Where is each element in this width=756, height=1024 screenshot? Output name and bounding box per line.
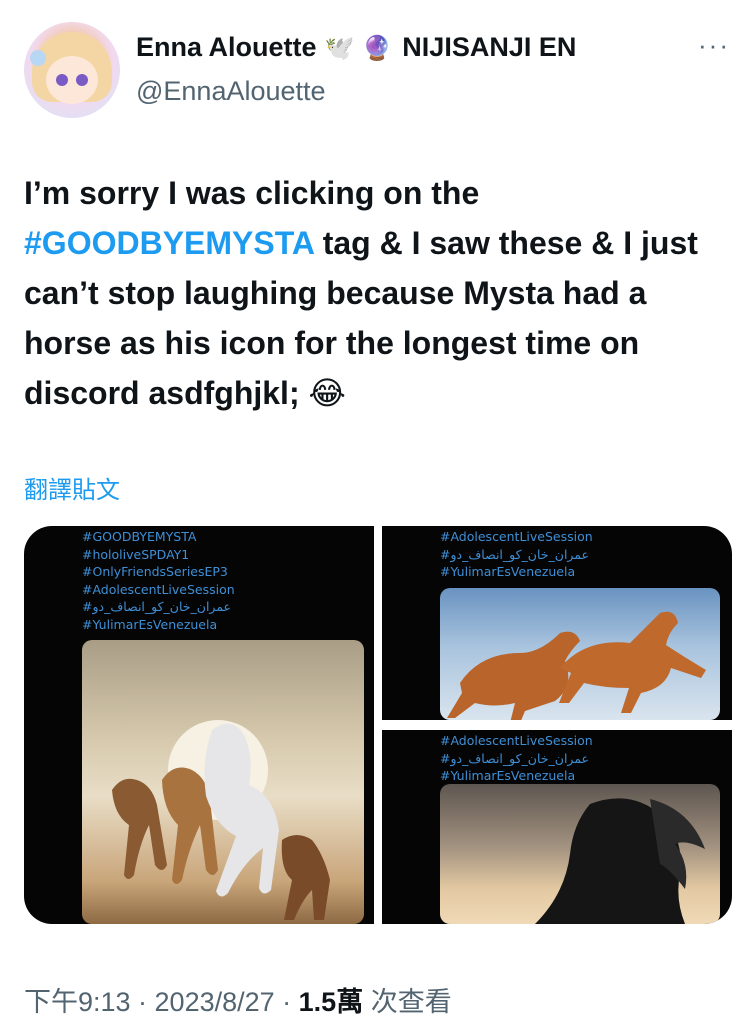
image-hashtag: #GOODBYEMYSTA: [82, 529, 197, 544]
image-hashtag: #YulimarEsVenezuela: [440, 768, 576, 783]
image-hashtag: #YulimarEsVenezuela: [440, 564, 576, 579]
user-handle[interactable]: @EnnaAlouette: [136, 76, 326, 107]
avatar-eye: [56, 74, 68, 86]
media-grid: #GOODBYEMYSTA #hololiveSPDAY1 #OnlyFrien…: [24, 526, 732, 924]
avatar-eye: [76, 74, 88, 86]
image-hashtag: #AdolescentLiveSession: [440, 529, 593, 544]
horse-herd-photo: [82, 640, 364, 924]
timestamp[interactable]: 下午9:13 · 2023/8/27 ·: [24, 987, 299, 1017]
tweet-header: Enna Alouette 🕊️ 🔮 NIJISANJI EN @EnnaAlo…: [24, 22, 734, 122]
crystal-ball-emoji: 🔮: [362, 33, 393, 62]
tweet-text: I’m sorry I was clicking on the #GOODBYE…: [24, 168, 734, 418]
horse-shape: [281, 835, 330, 920]
more-options-icon[interactable]: ···: [698, 30, 730, 61]
horse-shape: [112, 778, 167, 879]
horse-shape: [559, 611, 706, 713]
image-hashtag-list: #AdolescentLiveSession #عمران_خان_کو_انص…: [440, 528, 593, 581]
image-hashtag: #AdolescentLiveSession: [440, 733, 593, 748]
dove-emoji: 🕊️: [324, 33, 355, 62]
galloping-horses-photo: [440, 588, 720, 720]
image-hashtag: #hololiveSPDAY1: [82, 546, 190, 562]
image-hashtag: #OnlyFriendsSeriesEP3: [82, 564, 228, 579]
black-horse-photo: [440, 784, 720, 924]
image-hashtag: #AdolescentLiveSession: [82, 581, 235, 597]
horses-illustration: [112, 723, 330, 920]
horse-shape: [447, 631, 580, 720]
tweet-text-part: I’m sorry I was clicking on the: [24, 175, 480, 211]
image-hashtag: #عمران_خان_کو_انصاف_دو: [82, 599, 232, 614]
black-horse-illustration: [535, 798, 705, 924]
image-hashtag: #عمران_خان_کو_انصاف_دو: [440, 546, 590, 562]
image-hashtag-list: #GOODBYEMYSTA #hololiveSPDAY1 #OnlyFrien…: [82, 528, 235, 633]
display-name[interactable]: Enna Alouette: [136, 32, 317, 63]
avatar[interactable]: [24, 22, 120, 118]
image-hashtag-list: #AdolescentLiveSession #عمران_خان_کو_انص…: [440, 732, 593, 785]
image-hashtag: #YulimarEsVenezuela: [82, 616, 218, 632]
media-image-top-right[interactable]: #AdolescentLiveSession #عمران_خان_کو_انص…: [382, 526, 732, 720]
name-row[interactable]: Enna Alouette 🕊️ 🔮 NIJISANJI EN: [136, 32, 576, 63]
galloping-horses-illustration: [447, 611, 706, 720]
hashtag-link[interactable]: #GOODBYEMYSTA: [24, 225, 314, 261]
media-image-bottom-right[interactable]: #AdolescentLiveSession #عمران_خان_کو_انص…: [382, 730, 732, 924]
translate-post-link[interactable]: 翻譯貼文: [24, 470, 120, 505]
display-name-suffix[interactable]: NIJISANJI EN: [402, 32, 576, 63]
timestamp-line: 下午9:13 · 2023/8/27 · 1.5萬 次查看: [24, 980, 452, 1019]
image-hashtag: #عمران_خان_کو_انصاف_دو: [440, 750, 590, 766]
avatar-face: [46, 56, 98, 104]
view-count: 1.5萬: [298, 987, 364, 1017]
view-label: 次查看: [363, 987, 452, 1017]
avatar-flower: [30, 50, 46, 66]
media-image-left[interactable]: #GOODBYEMYSTA #hololiveSPDAY1 #OnlyFrien…: [24, 526, 374, 924]
